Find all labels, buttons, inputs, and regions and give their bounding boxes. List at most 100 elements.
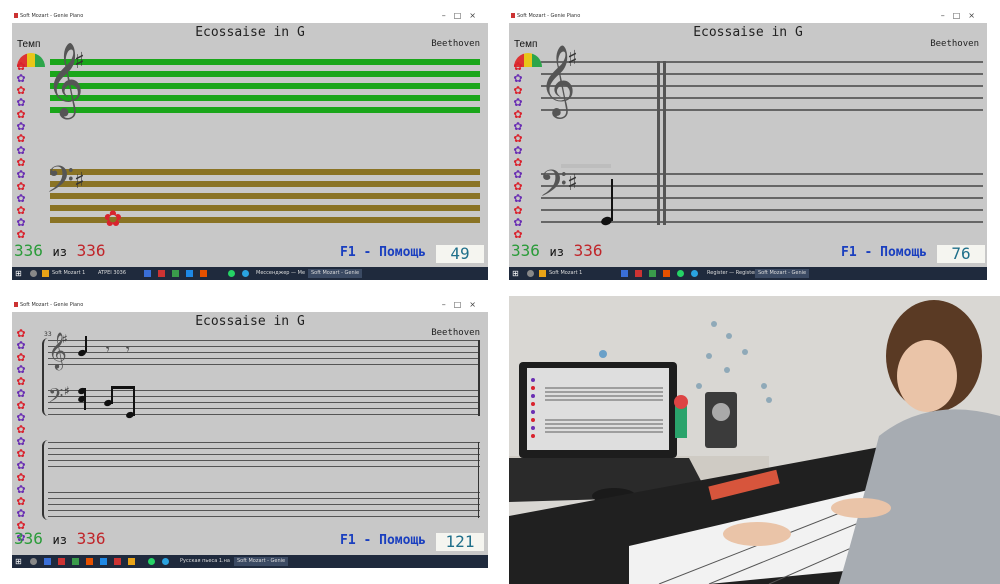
note-stem xyxy=(611,179,613,221)
note-stem xyxy=(85,336,87,352)
app-window-2: Soft Mozart - Genie Piano –□× Ecossaise … xyxy=(509,9,987,280)
windows-start-icon[interactable]: ⊞ xyxy=(15,557,24,566)
song-title: Ecossaise in G xyxy=(693,25,803,40)
whatsapp-icon[interactable] xyxy=(677,270,684,277)
treble-staff xyxy=(541,61,983,113)
taskbar-item-active[interactable]: Soft Mozart - Genie xyxy=(234,557,289,566)
window-title: Soft Mozart - Genie Piano xyxy=(517,13,581,19)
browser-icon[interactable] xyxy=(539,270,546,277)
app-icon[interactable] xyxy=(158,270,165,277)
total-count: 336 xyxy=(573,241,603,260)
taskbar-item[interactable]: Soft Mozart 1 xyxy=(52,269,85,278)
treble-staff xyxy=(48,340,480,366)
taskbar-item[interactable]: Русская пьеса 1.на xyxy=(180,557,230,566)
telegram-icon[interactable] xyxy=(162,558,169,565)
of-label: из xyxy=(52,533,67,547)
tempo-label: Темп xyxy=(17,39,41,50)
windows-start-icon[interactable]: ⊞ xyxy=(512,269,521,278)
taskbar-item-active[interactable]: Soft Mozart - Genie xyxy=(308,269,363,278)
app-icon[interactable] xyxy=(649,270,656,277)
app-icon[interactable] xyxy=(172,270,179,277)
bar-line xyxy=(478,340,480,416)
total-count: 336 xyxy=(76,241,106,260)
app-icon[interactable] xyxy=(72,558,79,565)
note-stem xyxy=(133,386,135,416)
app-icon xyxy=(511,13,515,18)
current-count: 336 xyxy=(511,241,540,260)
help-label[interactable]: F1 - Помощь xyxy=(340,533,426,548)
bar-line-double xyxy=(663,61,666,225)
flower-column: ✿ ✿ ✿ ✿ ✿ ✿ ✿ ✿ ✿ ✿ ✿ ✿ ✿ ✿ ✿ xyxy=(15,61,27,241)
window-controls[interactable]: –□× xyxy=(442,11,484,20)
taskbar-item[interactable]: ATPEI 3036 xyxy=(98,269,126,278)
sharp-icon: ♯ xyxy=(567,171,578,196)
bass-clef-icon: 𝄢 xyxy=(48,384,64,412)
score-box: 121 xyxy=(436,533,484,551)
telegram-icon[interactable] xyxy=(691,270,698,277)
telegram-icon[interactable] xyxy=(242,270,249,277)
app-icon[interactable] xyxy=(663,270,670,277)
note-highlight xyxy=(561,164,611,168)
window-title: Soft Mozart - Genie Piano xyxy=(20,13,84,19)
sharp-icon: ♯ xyxy=(64,384,70,398)
taskbar-item[interactable]: Soft Mozart 1 xyxy=(549,269,582,278)
sharp-icon: ♯ xyxy=(62,332,68,346)
progress-counter: 336 из 336 xyxy=(511,241,603,260)
of-label: из xyxy=(549,245,564,259)
window-titlebar: Soft Mozart - Genie Piano –□× xyxy=(12,9,488,23)
app-icon xyxy=(14,13,18,18)
window-title: Soft Mozart - Genie Piano xyxy=(20,302,84,308)
composer-label: Beethoven xyxy=(431,39,480,49)
window-titlebar: Soft Mozart - Genie Piano –□× xyxy=(509,9,987,23)
of-label: из xyxy=(52,245,67,259)
sharp-icon: ♯ xyxy=(567,47,578,72)
composer-label: Beethoven xyxy=(431,328,480,338)
app-icon[interactable] xyxy=(58,558,65,565)
app-icon[interactable] xyxy=(128,558,135,565)
eighth-rest: 𝄾 xyxy=(106,342,110,358)
flower-note-icon: ✿ xyxy=(103,207,123,232)
app-icon[interactable] xyxy=(635,270,642,277)
app-icon[interactable] xyxy=(114,558,121,565)
bar-line-double xyxy=(657,61,660,225)
app-icon[interactable] xyxy=(186,270,193,277)
browser-icon[interactable] xyxy=(42,270,49,277)
search-icon[interactable] xyxy=(527,270,534,277)
sharp-icon: ♯ xyxy=(74,169,85,194)
progress-counter: 336 из 336 xyxy=(14,529,106,548)
taskbar: ⊞ Soft Mozart 1 ATPEI 3036 Мессенджер — … xyxy=(12,267,488,280)
current-count: 336 xyxy=(14,529,43,548)
treble-staff xyxy=(48,442,480,468)
score-box: 49 xyxy=(436,245,484,263)
app-icon[interactable] xyxy=(44,558,51,565)
help-label[interactable]: F1 - Помощь xyxy=(841,245,927,260)
search-icon[interactable] xyxy=(30,270,37,277)
window-titlebar: Soft Mozart - Genie Piano –□× xyxy=(12,298,488,312)
taskbar-item[interactable]: Register — Register xyxy=(707,269,756,278)
app-icon[interactable] xyxy=(144,270,151,277)
app-icon[interactable] xyxy=(621,270,628,277)
app-icon[interactable] xyxy=(200,270,207,277)
flower-column: ✿ ✿ ✿ ✿ ✿ ✿ ✿ ✿ ✿ ✿ ✿ ✿ ✿ ✿ ✿ xyxy=(512,61,524,241)
eighth-rest: 𝄾 xyxy=(126,342,130,358)
help-label[interactable]: F1 - Помощь xyxy=(340,245,426,260)
taskbar-item[interactable]: Мессенджер — Ме xyxy=(256,269,305,278)
whatsapp-icon[interactable] xyxy=(228,270,235,277)
taskbar-item-active[interactable]: Soft Mozart - Genie xyxy=(755,269,810,278)
progress-counter: 336 из 336 xyxy=(14,241,106,260)
bass-clef-icon: 𝄢 xyxy=(46,159,75,210)
tempo-label: Темп xyxy=(514,39,538,50)
app-icon[interactable] xyxy=(100,558,107,565)
app-window-1: Soft Mozart - Genie Piano –□× Ecossaise … xyxy=(12,9,488,280)
whatsapp-icon[interactable] xyxy=(148,558,155,565)
total-count: 336 xyxy=(76,529,106,548)
window-controls[interactable]: –□× xyxy=(442,300,484,309)
song-title: Ecossaise in G xyxy=(195,314,305,329)
photo-child-playing-piano xyxy=(509,296,1000,584)
windows-start-icon[interactable]: ⊞ xyxy=(15,269,24,278)
app-window-3: Soft Mozart - Genie Piano –□× Ecossaise … xyxy=(12,298,488,568)
search-icon[interactable] xyxy=(30,558,37,565)
note-stem xyxy=(84,388,86,410)
window-controls[interactable]: –□× xyxy=(941,11,983,20)
app-icon[interactable] xyxy=(86,558,93,565)
